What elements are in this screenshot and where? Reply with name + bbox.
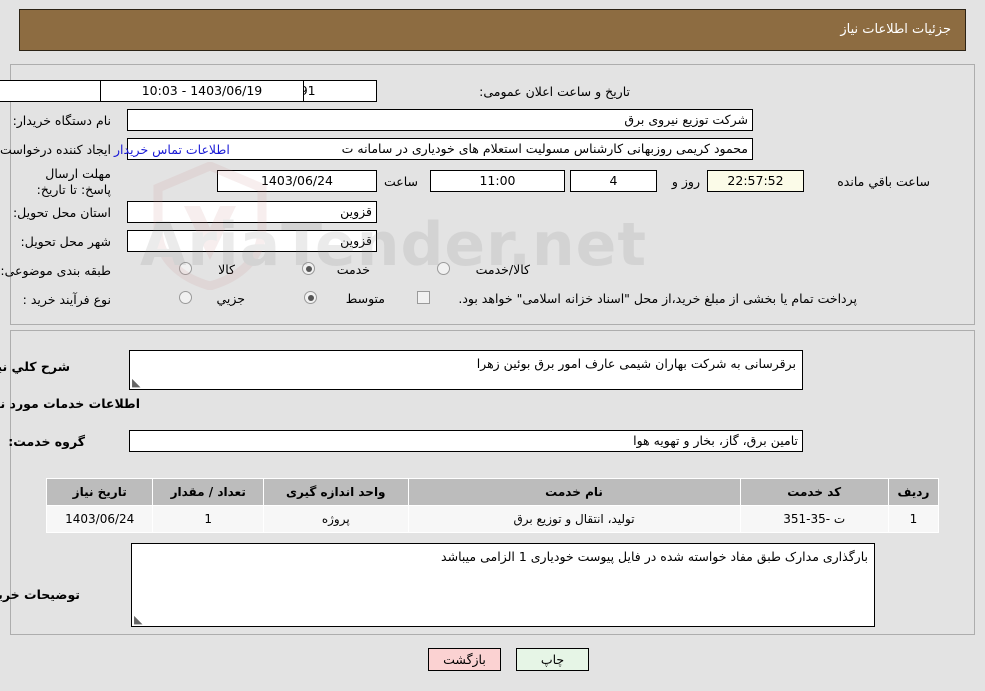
buyer-org-label: نام دستگاه خریدار: — [12, 113, 111, 128]
buyer-contact-link[interactable]: اطلاعات تماس خریدار — [114, 142, 230, 158]
col-need-date: تاریخ نیاز — [45, 478, 154, 506]
process-radio-jozi[interactable] — [179, 291, 192, 304]
col-unit: واحد اندازه گیری — [263, 478, 409, 506]
col-row-no: ردیف — [887, 478, 940, 506]
province-value: قزوین — [127, 201, 377, 223]
category-label: طبقه بندی موضوعی: — [0, 263, 111, 278]
deadline-days-label: روز و — [671, 174, 700, 189]
announce-datetime-value: 1403/06/19 - 10:03 — [100, 80, 304, 102]
table-row: 1 ت -35-351 تولید، انتقال و توزیع برق پر… — [45, 505, 940, 533]
process-radio-jozi-label: جزیي — [216, 291, 245, 306]
cell-unit: پروژه — [263, 505, 409, 533]
cell-service-code: ت -35-351 — [739, 505, 889, 533]
deadline-label: مهلت ارسال پاسخ: تا تاریخ: — [36, 166, 111, 197]
process-radio-motavaset-label: متوسط — [345, 291, 385, 306]
category-radio-khedmat[interactable] — [302, 262, 315, 275]
page-title: جزئیات اطلاعات نیاز — [840, 22, 951, 37]
process-type-label: نوع فرآیند خرید : — [22, 292, 111, 307]
treasury-bonds-checkbox[interactable] — [417, 291, 430, 304]
print-button[interactable]: چاپ — [516, 648, 589, 671]
general-desc-label: شرح کلي نیاز: — [0, 359, 70, 374]
resize-grip-icon[interactable]: ◢ — [132, 376, 143, 389]
page-root: جزئیات اطلاعات نیاز شماره نیاز: 11030000… — [0, 0, 985, 691]
cell-quantity: 1 — [152, 505, 265, 533]
category-radio-kala-label: کالا — [218, 262, 235, 277]
deadline-date-value: 1403/06/24 — [217, 170, 377, 192]
deadline-countdown-value: 22:57:52 — [707, 170, 804, 192]
service-group-value: تامین برق، گاز، بخار و تهویه هوا — [129, 430, 803, 452]
services-heading: اطلاعات خدمات مورد نیاز — [0, 396, 140, 411]
buyer-notes-value: بارگذاری مدارک طبق مفاد خواسته شده در فا… — [441, 549, 868, 564]
general-desc-textarea[interactable]: برقرسانی به شرکت بهاران شیمی عارف امور ب… — [129, 350, 803, 390]
deadline-remaining-label: ساعت باقي مانده — [837, 174, 930, 189]
cell-service-name: تولید، انتقال و توزیع برق — [407, 505, 741, 533]
col-service-code: کد خدمت — [739, 478, 889, 506]
service-group-label: گروه خدمت: — [8, 434, 85, 449]
category-radio-kala-khedmat-label: کالا/خدمت — [475, 262, 530, 277]
city-value: قزوین — [127, 230, 377, 252]
deadline-days-value: 4 — [570, 170, 657, 192]
buyer-notes-label: توضیحات خریدار: — [0, 587, 80, 602]
city-label-text: شهر محل تحویل: — [20, 234, 111, 249]
resize-grip-icon-notes[interactable]: ◢ — [134, 613, 145, 626]
category-radio-khedmat-label: خدمت — [336, 262, 370, 277]
need-info-panel — [10, 64, 975, 325]
table-header-row: ردیف کد خدمت نام خدمت واحد اندازه گیری ت… — [45, 478, 940, 506]
back-button[interactable]: بازگشت — [428, 648, 501, 671]
buyer-notes-textarea[interactable]: بارگذاری مدارک طبق مفاد خواسته شده در فا… — [131, 543, 875, 627]
requester-label: ایجاد کننده درخواست: — [0, 142, 111, 157]
cell-row-no: 1 — [887, 505, 940, 533]
col-service-name: نام خدمت — [407, 478, 741, 506]
category-radio-kala-khedmat[interactable] — [437, 262, 450, 275]
announce-datetime-label: تاریخ و ساعت اعلان عمومی: — [479, 84, 630, 99]
cell-need-date: 1403/06/24 — [45, 505, 154, 533]
general-desc-value: برقرسانی به شرکت بهاران شیمی عارف امور ب… — [476, 356, 796, 371]
process-radio-motavaset[interactable] — [304, 291, 317, 304]
page-header-bar: جزئیات اطلاعات نیاز — [19, 9, 966, 51]
deadline-hour-label: ساعت — [383, 174, 418, 189]
treasury-bonds-note: پرداخت تمام یا بخشی از مبلغ خرید،از محل … — [458, 291, 857, 306]
services-table: ردیف کد خدمت نام خدمت واحد اندازه گیری ت… — [45, 478, 940, 533]
category-radio-kala[interactable] — [179, 262, 192, 275]
buyer-org-value: شرکت توزیع نیروی برق — [127, 109, 753, 131]
province-label: استان محل تحویل: — [12, 205, 111, 220]
deadline-hour-value: 11:00 — [430, 170, 565, 192]
col-quantity: تعداد / مقدار — [152, 478, 265, 506]
